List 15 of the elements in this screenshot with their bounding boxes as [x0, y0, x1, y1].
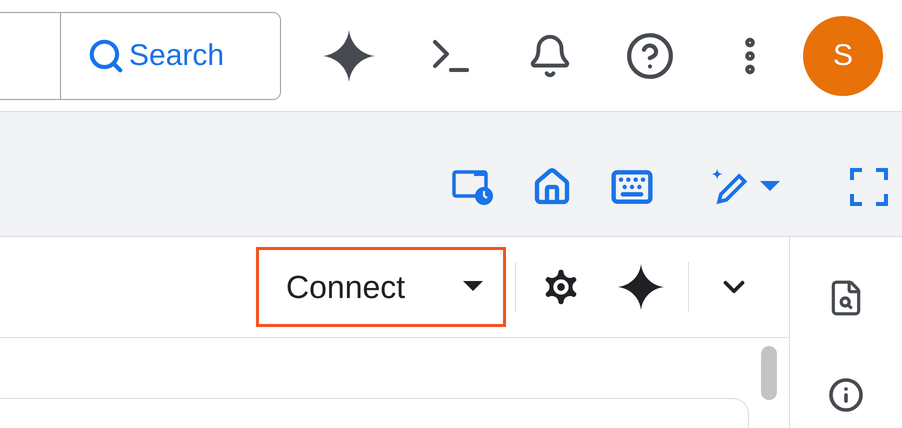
caret-icon[interactable] [760, 181, 780, 193]
screen-clock-icon[interactable] [452, 168, 494, 206]
search-icon [87, 36, 125, 74]
avatar[interactable]: S [803, 16, 883, 96]
search-button[interactable]: Search [61, 12, 224, 98]
search-field[interactable]: Search [0, 12, 281, 100]
help-icon[interactable] [625, 30, 675, 80]
scrollbar-thumb[interactable] [761, 346, 777, 400]
home-icon[interactable] [532, 167, 572, 207]
fullscreen-icon[interactable] [850, 168, 888, 206]
caret-icon [463, 281, 483, 293]
info-icon[interactable] [828, 377, 864, 413]
sparkle-icon[interactable] [618, 264, 664, 310]
sparkle-icon[interactable] [323, 30, 375, 82]
connect-button[interactable]: Connect [256, 247, 506, 327]
